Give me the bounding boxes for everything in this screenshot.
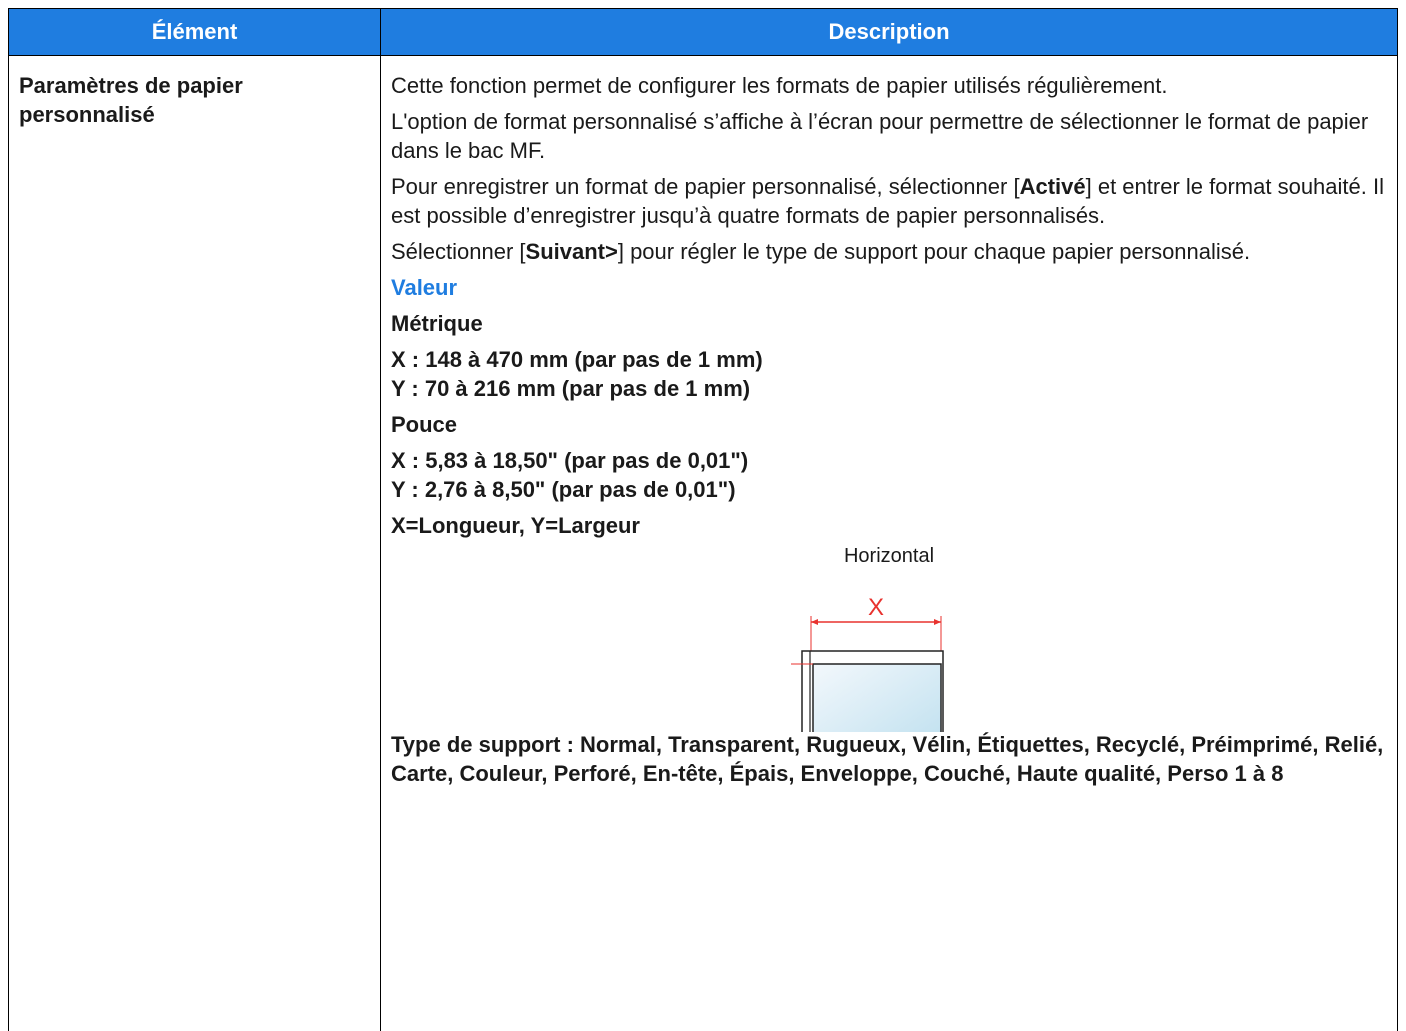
diagram-title: Horizontal: [391, 544, 1387, 568]
paper-size-diagram: Horizontal: [391, 544, 1387, 730]
inch-y-range: Y : 2,76 à 8,50" (par pas de 0,01"): [391, 475, 1387, 504]
p4-text-before: Sélectionner [: [391, 239, 526, 264]
description-paragraph-2: L'option de format personnalisé s’affich…: [391, 107, 1387, 165]
inch-x-range: X : 5,83 à 18,50" (par pas de 0,01"): [391, 446, 1387, 475]
value-label: Valeur: [391, 273, 1387, 302]
description-cell: Cette fonction permet de configurer les …: [381, 56, 1398, 1031]
paper-tray-illustration: X Y: [791, 592, 991, 732]
table-header-row: Élément Description: [9, 9, 1398, 56]
metric-y-range: Y : 70 à 216 mm (par pas de 1 mm): [391, 374, 1387, 403]
p4-bold-next: Suivant>: [526, 239, 618, 264]
item-cell: Paramètres de papier personnalisé: [9, 56, 381, 1031]
inch-label: Pouce: [391, 410, 1387, 439]
p3-text-before: Pour enregistrer un format de papier per…: [391, 174, 1020, 199]
item-name-line1: Paramètres de papier: [19, 71, 370, 100]
item-name-line2: personnalisé: [19, 100, 370, 129]
table-row: Paramètres de papier personnalisé Cette …: [9, 56, 1398, 1031]
metric-label: Métrique: [391, 309, 1387, 338]
description-paragraph-1: Cette fonction permet de configurer les …: [391, 71, 1387, 100]
p4-text-after: ] pour régler le type de support pour ch…: [618, 239, 1250, 264]
header-item: Élément: [9, 9, 381, 56]
x-arrow-head-left: [811, 619, 818, 625]
description-paragraph-4: Sélectionner [Suivant>] pour régler le t…: [391, 237, 1387, 266]
x-dimension-label: X: [868, 594, 884, 621]
metric-x-range: X : 148 à 470 mm (par pas de 1 mm): [391, 345, 1387, 374]
header-description: Description: [381, 9, 1398, 56]
x-arrow-head-right: [934, 619, 941, 625]
settings-table: Élément Description Paramètres de papier…: [8, 8, 1398, 1031]
description-paragraph-3: Pour enregistrer un format de papier per…: [391, 172, 1387, 230]
paper-sheet: [813, 664, 941, 732]
xy-legend: X=Longueur, Y=Largeur: [391, 511, 1387, 540]
support-types: Type de support : Normal, Transparent, R…: [391, 730, 1387, 788]
p3-bold-activated: Activé: [1020, 174, 1086, 199]
